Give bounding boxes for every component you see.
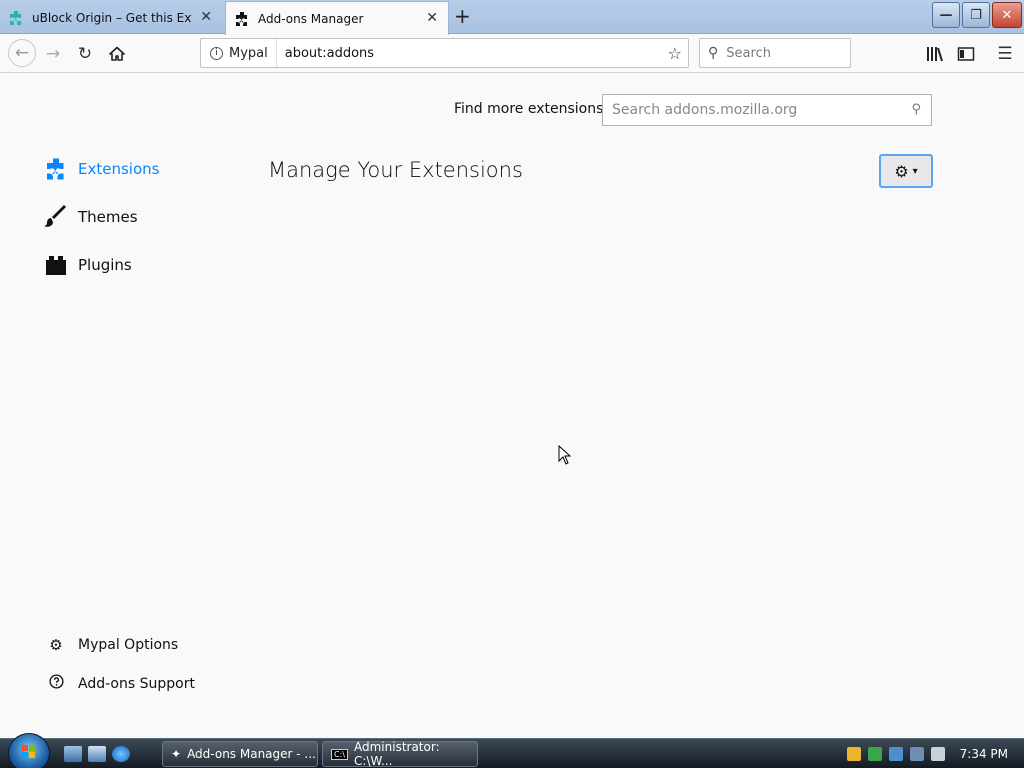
gear-icon: ⚙: [49, 636, 63, 654]
tab-ublock[interactable]: uBlock Origin – Get this Extension ✕: [0, 1, 222, 34]
hamburger-icon: ☰: [997, 44, 1013, 64]
volume-muted-icon[interactable]: [930, 747, 945, 761]
search-bar[interactable]: ⚲ Search: [699, 38, 851, 68]
category-label: Themes: [78, 208, 138, 226]
taskbar-item-label: Administrator: C:\W...: [353, 740, 440, 768]
home-icon: [109, 46, 125, 61]
library-icon: [927, 47, 943, 62]
puzzle-icon: [44, 157, 68, 181]
tools-menu-button[interactable]: ⚙ ▾: [879, 154, 933, 188]
identity-box[interactable]: i Mypal: [201, 39, 277, 67]
category-themes[interactable]: Themes: [44, 205, 138, 229]
tab-title: uBlock Origin – Get this Extension: [32, 10, 192, 25]
info-icon: i: [210, 46, 223, 60]
help-circle-icon: [48, 674, 64, 693]
gear-icon: ⚙: [894, 161, 909, 181]
arrow-left-icon: ←: [14, 43, 30, 63]
window-controls: — ❐ ✕: [932, 2, 1022, 28]
nav-bar: ← → ↻ i Mypal about:addons ☆ ⚲ Search ☰: [0, 35, 1024, 73]
mypal-options-link[interactable]: ⚙ Mypal Options: [48, 636, 178, 654]
back-button[interactable]: ←: [8, 39, 36, 67]
url-bar[interactable]: i Mypal about:addons ☆: [200, 38, 689, 68]
show-desktop-icon[interactable]: [64, 746, 82, 762]
windows-logo-icon: [22, 745, 35, 758]
home-button[interactable]: [106, 43, 128, 65]
search-icon: ⚲: [911, 102, 921, 117]
close-tab-icon[interactable]: ✕: [426, 10, 438, 26]
library-button[interactable]: [924, 43, 946, 65]
amo-search-placeholder: Search addons.mozilla.org: [612, 102, 798, 118]
plugin-block-icon: [44, 253, 68, 277]
menu-button[interactable]: ☰: [994, 43, 1016, 65]
flag-icon[interactable]: [867, 747, 882, 761]
cmd-icon: C:\: [331, 748, 348, 760]
category-extensions[interactable]: Extensions: [44, 157, 159, 181]
brush-icon: [44, 205, 68, 229]
close-tab-icon[interactable]: ✕: [200, 9, 212, 25]
sidebar-icon: [957, 47, 975, 61]
reload-icon: ↻: [77, 44, 93, 64]
clock[interactable]: 7:34 PM: [960, 747, 1008, 761]
close-window-button[interactable]: ✕: [992, 2, 1022, 28]
url-text[interactable]: about:addons: [277, 46, 668, 61]
sidebar-button[interactable]: [955, 43, 977, 65]
footer-label: Add-ons Support: [78, 675, 195, 692]
footer-label: Mypal Options: [78, 637, 179, 653]
find-more-label: Find more extensions: [454, 101, 604, 117]
chevron-down-icon: ▾: [912, 165, 918, 177]
ublock-puzzle-icon: [10, 10, 21, 25]
taskbar-item-cmd[interactable]: C:\ Administrator: C:\W...: [322, 740, 478, 768]
network-icon[interactable]: [888, 747, 903, 761]
tab-strip: uBlock Origin – Get this Extension ✕ Add…: [0, 0, 1024, 35]
tab-title: Add-ons Manager: [258, 11, 364, 26]
taskbar: ✦ Add-ons Manager - ... C:\ Administrato…: [0, 733, 1024, 768]
puzzle-icon: [236, 11, 247, 26]
amo-search-input[interactable]: Search addons.mozilla.org ⚲: [602, 94, 932, 126]
identity-label: Mypal: [229, 45, 268, 61]
start-button[interactable]: [8, 733, 50, 768]
addons-support-link[interactable]: Add-ons Support: [48, 674, 195, 693]
minimize-button[interactable]: —: [932, 2, 960, 28]
switch-windows-icon[interactable]: [88, 746, 106, 762]
arrow-right-icon: →: [45, 44, 61, 64]
restore-button[interactable]: ❐: [962, 2, 990, 28]
mypal-icon: ✦: [171, 747, 182, 761]
internet-explorer-icon[interactable]: [112, 746, 130, 762]
reload-button[interactable]: ↻: [74, 43, 96, 65]
monitor-icon[interactable]: [909, 747, 924, 761]
taskbar-item-label: Add-ons Manager - ...: [187, 747, 316, 761]
mouse-cursor-icon: [558, 445, 572, 465]
search-placeholder: Search: [726, 45, 771, 61]
search-icon: ⚲: [708, 45, 719, 61]
bookmark-star-icon[interactable]: ☆: [668, 44, 682, 63]
security-shield-icon[interactable]: [846, 747, 861, 761]
page-title: Manage Your Extensions: [268, 158, 523, 182]
category-label: Extensions: [78, 160, 160, 178]
forward-button[interactable]: →: [42, 43, 64, 65]
category-plugins[interactable]: Plugins: [44, 253, 132, 277]
new-tab-button[interactable]: +: [454, 4, 471, 28]
tab-addons-manager[interactable]: Add-ons Manager ✕: [225, 1, 449, 35]
category-label: Plugins: [78, 256, 132, 274]
taskbar-item-addons[interactable]: ✦ Add-ons Manager - ...: [162, 741, 318, 767]
system-tray: 7:34 PM: [846, 739, 1024, 768]
